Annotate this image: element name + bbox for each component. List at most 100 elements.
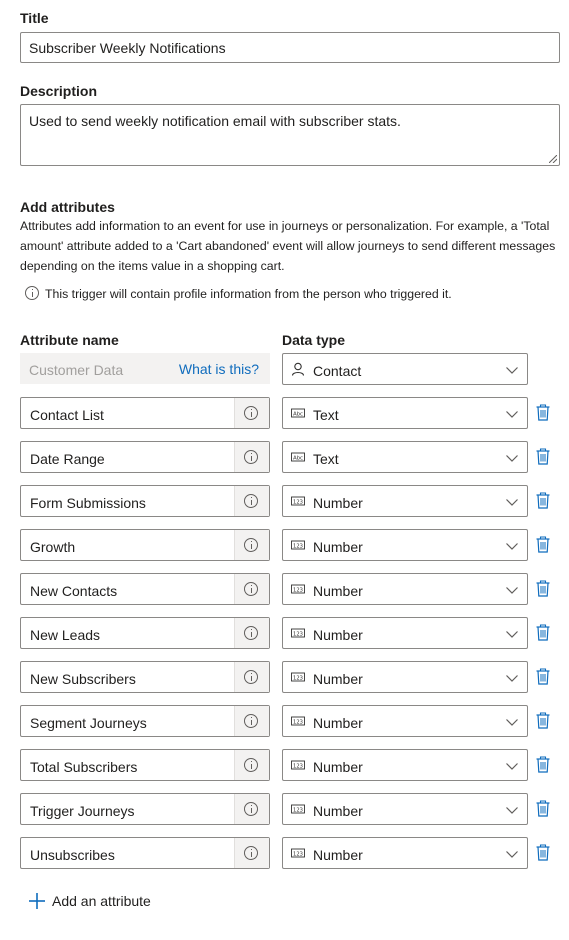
attribute-name-header: Attribute name <box>20 332 119 348</box>
data-type-select[interactable]: Abc Text <box>282 441 528 473</box>
chevron-down-icon <box>506 675 518 682</box>
info-icon <box>244 626 258 640</box>
description-textarea[interactable]: Used to send weekly notification email w… <box>20 104 560 166</box>
chevron-down-icon <box>506 719 518 726</box>
delete-trash-icon[interactable] <box>536 536 550 553</box>
chevron-down-icon <box>506 763 518 770</box>
attribute-name-text: Trigger Journeys <box>30 803 135 819</box>
delete-trash-icon[interactable] <box>536 800 550 817</box>
what-is-this-link[interactable]: What is this? <box>179 361 259 377</box>
svg-text:123: 123 <box>293 675 303 681</box>
attribute-info-button[interactable] <box>234 398 269 428</box>
attribute-name-input[interactable]: Contact List <box>20 397 270 429</box>
attribute-name-text: Form Submissions <box>30 495 146 511</box>
data-type-select[interactable]: 123 Number <box>282 837 528 869</box>
attribute-name-input[interactable]: Unsubscribes <box>20 837 270 869</box>
info-icon <box>244 670 258 684</box>
info-icon <box>244 406 258 420</box>
attribute-info-button[interactable] <box>234 530 269 560</box>
chevron-down-icon <box>506 455 518 462</box>
data-type-select[interactable]: 123 Number <box>282 485 528 517</box>
info-icon <box>244 714 258 728</box>
delete-trash-icon[interactable] <box>536 756 550 773</box>
delete-trash-icon[interactable] <box>536 668 550 685</box>
data-type-select[interactable]: 123 Number <box>282 749 528 781</box>
data-type-select[interactable]: Abc Text <box>282 397 528 429</box>
attribute-name-text: Growth <box>30 539 76 555</box>
delete-trash-icon[interactable] <box>536 492 550 509</box>
attribute-name-text: Segment Journeys <box>30 715 147 731</box>
svg-text:123: 123 <box>293 499 303 505</box>
data-type-select[interactable]: 123 Number <box>282 573 528 605</box>
delete-trash-icon[interactable] <box>536 844 550 861</box>
info-icon <box>244 802 258 816</box>
attribute-name-text: Unsubscribes <box>30 847 115 863</box>
attribute-info-button[interactable] <box>234 574 269 604</box>
customer-data-type-select[interactable]: Contact <box>282 353 528 385</box>
select-value: Number <box>313 759 363 775</box>
select-value: Number <box>313 715 363 731</box>
chevron-down-icon <box>506 851 518 858</box>
select-value: Text <box>313 407 339 423</box>
attribute-info-button[interactable] <box>234 838 269 868</box>
attribute-info-button[interactable] <box>234 750 269 780</box>
attribute-name-input[interactable]: Form Submissions <box>20 485 270 517</box>
delete-trash-icon[interactable] <box>536 404 550 421</box>
123-number-icon: 123 <box>291 496 305 506</box>
chevron-down-icon <box>506 631 518 638</box>
person-icon <box>291 362 305 376</box>
resize-grip-icon[interactable] <box>549 155 557 163</box>
info-icon <box>244 538 258 552</box>
attribute-name-input[interactable]: Segment Journeys <box>20 705 270 737</box>
attribute-name-text: Date Range <box>30 451 105 467</box>
attribute-info-button[interactable] <box>234 442 269 472</box>
svg-text:Abc: Abc <box>293 411 303 417</box>
delete-trash-icon[interactable] <box>536 712 550 729</box>
title-label: Title <box>20 10 49 26</box>
attribute-name-input[interactable]: Total Subscribers <box>20 749 270 781</box>
attributes-description-line: Attributes add information to an event f… <box>20 219 550 233</box>
svg-text:123: 123 <box>293 763 303 769</box>
select-value: Number <box>313 495 363 511</box>
svg-text:123: 123 <box>293 719 303 725</box>
info-icon <box>25 286 39 300</box>
attribute-name-input[interactable]: Date Range <box>20 441 270 473</box>
select-value: Number <box>313 803 363 819</box>
attribute-name-input[interactable]: Trigger Journeys <box>20 793 270 825</box>
svg-text:123: 123 <box>293 587 303 593</box>
select-value: Number <box>313 847 363 863</box>
select-value: Number <box>313 539 363 555</box>
data-type-select[interactable]: 123 Number <box>282 793 528 825</box>
abc-text-icon: Abc <box>291 408 305 418</box>
data-type-select[interactable]: 123 Number <box>282 705 528 737</box>
attribute-info-button[interactable] <box>234 794 269 824</box>
data-type-select[interactable]: 123 Number <box>282 661 528 693</box>
delete-trash-icon[interactable] <box>536 624 550 641</box>
info-icon <box>244 846 258 860</box>
customer-data-field: Customer Data What is this? <box>20 353 270 384</box>
data-type-select[interactable]: 123 Number <box>282 617 528 649</box>
attribute-info-button[interactable] <box>234 618 269 648</box>
123-number-icon: 123 <box>291 540 305 550</box>
attribute-name-text: New Subscribers <box>30 671 136 687</box>
attribute-name-input[interactable]: New Contacts <box>20 573 270 605</box>
attribute-name-input[interactable]: New Subscribers <box>20 661 270 693</box>
svg-text:123: 123 <box>293 807 303 813</box>
title-input[interactable]: Subscriber Weekly Notifications <box>20 32 560 63</box>
select-value: Number <box>313 671 363 687</box>
attribute-name-input[interactable]: Growth <box>20 529 270 561</box>
attribute-info-button[interactable] <box>234 706 269 736</box>
delete-trash-icon[interactable] <box>536 580 550 597</box>
123-number-icon: 123 <box>291 584 305 594</box>
attribute-name-input[interactable]: New Leads <box>20 617 270 649</box>
customer-data-placeholder: Customer Data <box>29 362 124 378</box>
123-number-icon: 123 <box>291 672 305 682</box>
attributes-description-line: amount' attribute added to a 'Cart aband… <box>20 239 556 253</box>
data-type-select[interactable]: 123 Number <box>282 529 528 561</box>
123-number-icon: 123 <box>291 760 305 770</box>
info-icon <box>244 450 258 464</box>
data-type-header: Data type <box>282 332 346 348</box>
attribute-info-button[interactable] <box>234 486 269 516</box>
delete-trash-icon[interactable] <box>536 448 550 465</box>
attribute-info-button[interactable] <box>234 662 269 692</box>
